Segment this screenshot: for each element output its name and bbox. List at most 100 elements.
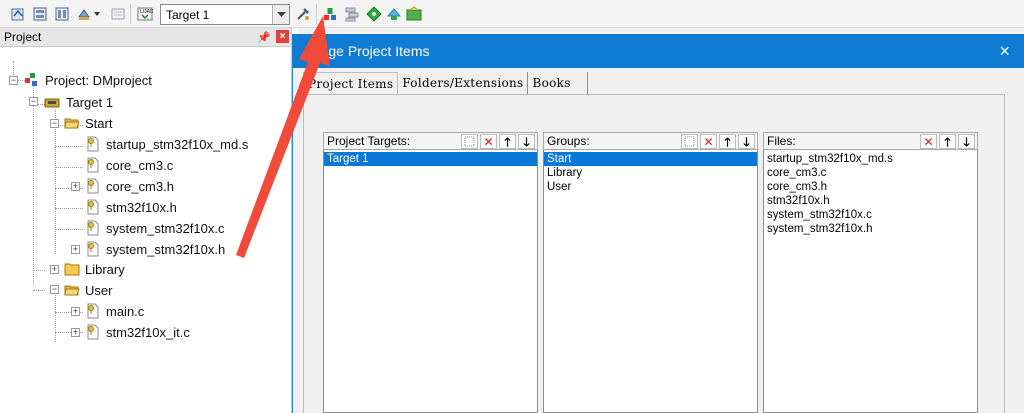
project-panel: Project 📌 × − Project: DMproject − Targe… <box>0 28 292 413</box>
tree-label: system_stm32f10x.c <box>106 220 225 236</box>
list-item[interactable]: system_stm32f10x.c <box>764 208 977 222</box>
move-up-icon[interactable]: 🡑 <box>719 134 736 149</box>
list-item[interactable]: User <box>544 180 757 194</box>
list-item[interactable]: Start <box>544 152 757 166</box>
close-icon[interactable]: × <box>276 30 289 43</box>
download-icon[interactable]: LOAD <box>135 4 155 24</box>
move-down-icon[interactable]: 🡓 <box>958 134 975 149</box>
chevron-down-icon[interactable] <box>272 5 289 24</box>
tree-file[interactable]: system_stm32f10x.h <box>85 240 225 258</box>
tree-label: User <box>85 282 113 298</box>
tree-group-start[interactable]: Start <box>64 114 112 132</box>
tree-label: Library <box>85 261 125 277</box>
collapse-toggle[interactable]: − <box>50 119 59 128</box>
tab-folders-extensions[interactable]: Folders/Extensions <box>398 72 529 94</box>
tree-file[interactable]: main.c <box>85 302 144 320</box>
tree-label: core_cm3.h <box>106 178 174 194</box>
list-label: Project Targets: <box>327 134 411 148</box>
tab-books[interactable]: Books <box>528 72 588 94</box>
list-label: Groups: <box>547 134 590 148</box>
dialog-tabs: Project Items Folders/Extensions Books <box>303 72 588 94</box>
file-icon <box>85 324 101 340</box>
list-item[interactable]: Library <box>544 166 757 180</box>
project-targets-list[interactable]: Target 1 <box>323 150 538 413</box>
groups-header: Groups: ✕ 🡑 🡓 <box>543 132 758 150</box>
target-icon <box>44 94 60 110</box>
tree-label: stm32f10x.h <box>106 199 177 215</box>
tree-file[interactable]: core_cm3.h <box>85 177 174 195</box>
batch-build-icon[interactable] <box>74 4 94 24</box>
tree-group-user[interactable]: User <box>64 281 112 299</box>
project-panel-header: Project 📌 × <box>0 28 291 47</box>
target-select-value: Target 1 <box>166 7 210 22</box>
pack-installer-icon[interactable] <box>384 4 404 24</box>
manage-components-icon[interactable] <box>342 4 362 24</box>
project-icon <box>24 72 40 88</box>
collapse-toggle[interactable]: − <box>29 97 38 106</box>
tree-label: system_stm32f10x.h <box>106 241 226 257</box>
expand-toggle[interactable]: + <box>71 328 80 337</box>
target-select[interactable]: Target 1 <box>160 4 290 25</box>
groups-group: Groups: ✕ 🡑 🡓 Start Library User <box>543 132 758 413</box>
translate-icon[interactable] <box>8 4 28 24</box>
expand-toggle[interactable]: + <box>71 307 80 316</box>
build-icon[interactable] <box>30 4 50 24</box>
collapse-toggle[interactable]: − <box>9 76 18 85</box>
expand-toggle[interactable]: + <box>71 182 80 191</box>
expand-toggle[interactable]: + <box>71 245 80 254</box>
groups-list[interactable]: Start Library User <box>543 150 758 413</box>
move-down-icon[interactable]: 🡓 <box>738 134 755 149</box>
delete-icon[interactable]: ✕ <box>480 134 497 149</box>
collapse-toggle[interactable]: − <box>50 285 59 294</box>
tree-file[interactable]: system_stm32f10x.c <box>85 219 225 237</box>
tree-file[interactable]: core_cm3.c <box>85 156 173 174</box>
tree-file[interactable]: stm32f10x.h <box>85 198 177 216</box>
tree-label: Start <box>85 115 113 131</box>
dialog-title-bar[interactable]: anage Project Items × <box>293 34 1024 68</box>
tab-project-items[interactable]: Project Items <box>303 72 399 94</box>
move-down-icon[interactable]: 🡓 <box>518 134 535 149</box>
new-item-icon[interactable] <box>461 134 478 149</box>
tree-project-root[interactable]: Project: DMproject <box>24 71 152 89</box>
list-item[interactable]: Target 1 <box>324 152 537 166</box>
manage-project-items-dialog: anage Project Items × Project Items Fold… <box>292 34 1024 413</box>
list-item[interactable]: startup_stm32f10x_md.s <box>764 152 977 166</box>
folder-open-icon <box>64 115 80 131</box>
select-packs-icon[interactable] <box>364 4 384 24</box>
delete-icon[interactable]: ✕ <box>700 134 717 149</box>
move-up-icon[interactable]: 🡑 <box>939 134 956 149</box>
project-targets-header: Project Targets: ✕ 🡑 🡓 <box>323 132 538 150</box>
manage-rte-icon[interactable] <box>404 4 424 24</box>
chevron-down-icon[interactable] <box>92 4 102 24</box>
tree-label: Project: DMproject <box>45 72 152 88</box>
list-item[interactable]: core_cm3.h <box>764 180 977 194</box>
files-list[interactable]: startup_stm32f10x_md.s core_cm3.c core_c… <box>763 150 978 413</box>
list-item[interactable]: core_cm3.c <box>764 166 977 180</box>
expand-toggle[interactable]: + <box>50 265 59 274</box>
tree-label: core_cm3.c <box>106 157 174 173</box>
list-label: Files: <box>767 134 796 148</box>
tree-file[interactable]: startup_stm32f10x_md.s <box>85 135 248 153</box>
app-window: LOAD Target 1 Project 📌 × − Project: DMp… <box>0 0 1024 413</box>
new-item-icon[interactable] <box>681 134 698 149</box>
list-item[interactable]: stm32f10x.h <box>764 194 977 208</box>
files-header: Files: ✕ 🡑 🡓 <box>763 132 978 150</box>
file-icon <box>85 199 101 215</box>
manage-project-items-icon[interactable] <box>320 4 340 24</box>
tree-file[interactable]: stm32f10x_it.c <box>85 323 190 341</box>
file-icon <box>85 220 101 236</box>
tree-target[interactable]: Target 1 <box>44 93 113 111</box>
target-options-icon[interactable] <box>293 4 313 24</box>
rebuild-icon[interactable] <box>52 4 72 24</box>
folder-icon <box>64 261 80 277</box>
move-up-icon[interactable]: 🡑 <box>499 134 516 149</box>
stop-build-icon[interactable] <box>108 4 128 24</box>
pin-icon[interactable]: 📌 <box>257 31 271 44</box>
close-icon[interactable]: × <box>999 41 1010 62</box>
tree-label: main.c <box>106 303 145 319</box>
delete-icon[interactable]: ✕ <box>920 134 937 149</box>
tree-group-library[interactable]: Library <box>64 260 125 278</box>
tree-label: Target 1 <box>66 94 113 110</box>
folder-open-icon <box>64 282 80 298</box>
list-item[interactable]: system_stm32f10x.h <box>764 222 977 236</box>
